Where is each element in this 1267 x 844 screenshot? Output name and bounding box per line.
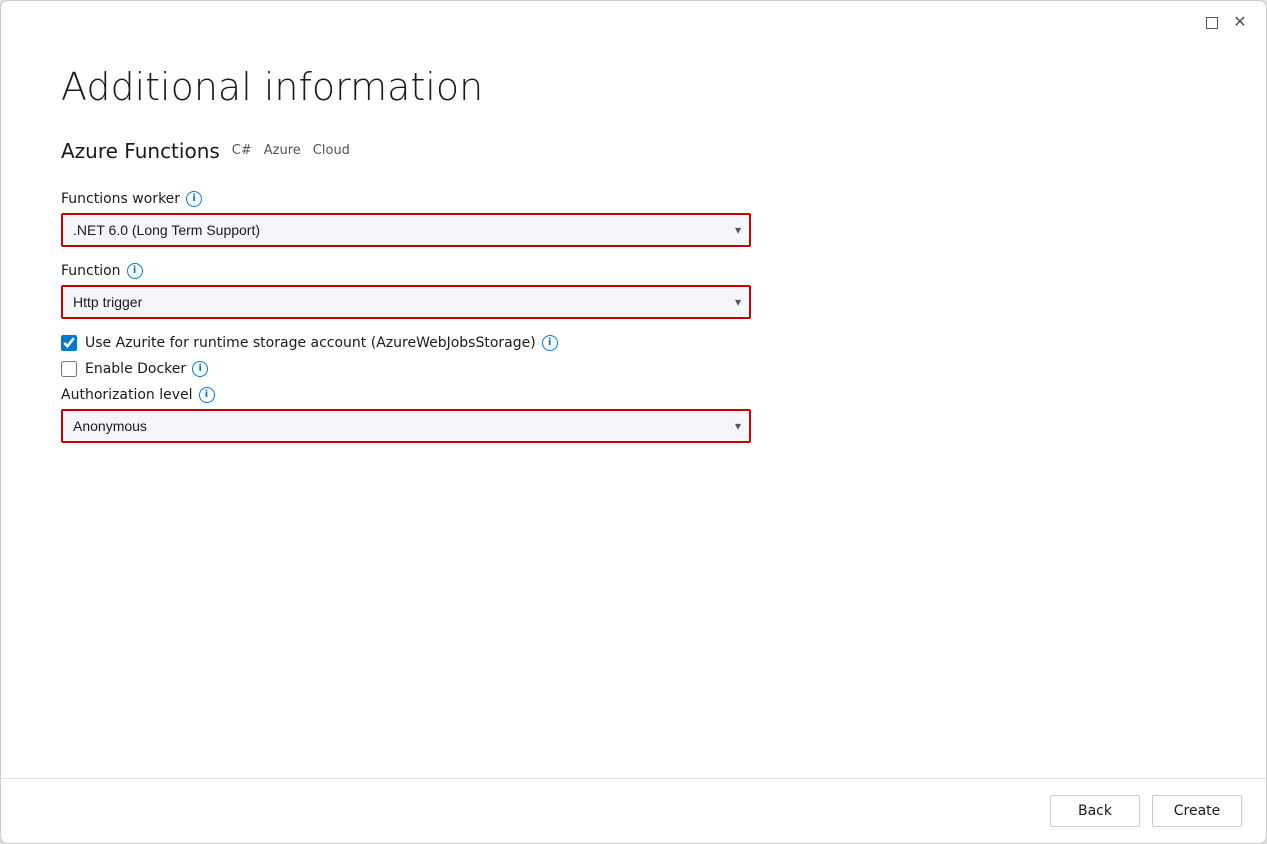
create-button[interactable]: Create <box>1152 795 1242 827</box>
page-title: Additional information <box>61 65 1206 111</box>
tag-azure: Azure <box>264 143 301 158</box>
use-azurite-checkbox[interactable] <box>61 335 77 351</box>
authorization-level-label-text: Authorization level <box>61 387 193 403</box>
close-icon: ✕ <box>1233 15 1246 31</box>
maximize-button[interactable] <box>1202 13 1222 33</box>
authorization-level-info-icon[interactable]: i <box>199 387 215 403</box>
functions-worker-label: Functions worker i <box>61 191 1206 207</box>
functions-worker-select-wrapper: .NET 6.0 (Long Term Support) .NET 7.0 .N… <box>61 213 751 247</box>
functions-worker-label-text: Functions worker <box>61 191 180 207</box>
enable-docker-label-text: Enable Docker <box>85 361 186 377</box>
use-azurite-row: Use Azurite for runtime storage account … <box>61 335 1206 351</box>
functions-worker-info-icon[interactable]: i <box>186 191 202 207</box>
function-group: Function i Http trigger Blob trigger Tim… <box>61 263 1206 319</box>
tag-csharp: C# <box>232 143 252 158</box>
authorization-level-label: Authorization level i <box>61 387 1206 403</box>
function-info-icon[interactable]: i <box>127 263 143 279</box>
enable-docker-label[interactable]: Enable Docker i <box>85 361 208 377</box>
enable-docker-checkbox[interactable] <box>61 361 77 377</box>
main-window: ✕ Additional information Azure Functions… <box>0 0 1267 844</box>
form: Functions worker i .NET 6.0 (Long Term S… <box>61 191 1206 459</box>
function-label-text: Function <box>61 263 121 279</box>
close-button[interactable]: ✕ <box>1230 13 1250 33</box>
back-button[interactable]: Back <box>1050 795 1140 827</box>
functions-worker-group: Functions worker i .NET 6.0 (Long Term S… <box>61 191 1206 247</box>
authorization-level-select[interactable]: Anonymous Function Admin <box>61 409 751 443</box>
enable-docker-info-icon[interactable]: i <box>192 361 208 377</box>
content-area: Additional information Azure Functions C… <box>1 45 1266 778</box>
authorization-level-group: Authorization level i Anonymous Function… <box>61 387 1206 443</box>
authorization-level-select-wrapper: Anonymous Function Admin ▾ <box>61 409 751 443</box>
use-azurite-label-text: Use Azurite for runtime storage account … <box>85 335 536 351</box>
use-azurite-label[interactable]: Use Azurite for runtime storage account … <box>85 335 558 351</box>
function-select-wrapper: Http trigger Blob trigger Timer trigger … <box>61 285 751 319</box>
function-label: Function i <box>61 263 1206 279</box>
tag-cloud: Cloud <box>313 143 350 158</box>
footer: Back Create <box>1 778 1266 843</box>
subtitle-row: Azure Functions C# Azure Cloud <box>61 139 1206 163</box>
maximize-icon <box>1206 17 1218 29</box>
function-select[interactable]: Http trigger Blob trigger Timer trigger … <box>61 285 751 319</box>
functions-worker-select[interactable]: .NET 6.0 (Long Term Support) .NET 7.0 .N… <box>61 213 751 247</box>
subtitle-main: Azure Functions <box>61 139 220 163</box>
enable-docker-row: Enable Docker i <box>61 361 1206 377</box>
use-azurite-info-icon[interactable]: i <box>542 335 558 351</box>
title-bar: ✕ <box>1 1 1266 45</box>
